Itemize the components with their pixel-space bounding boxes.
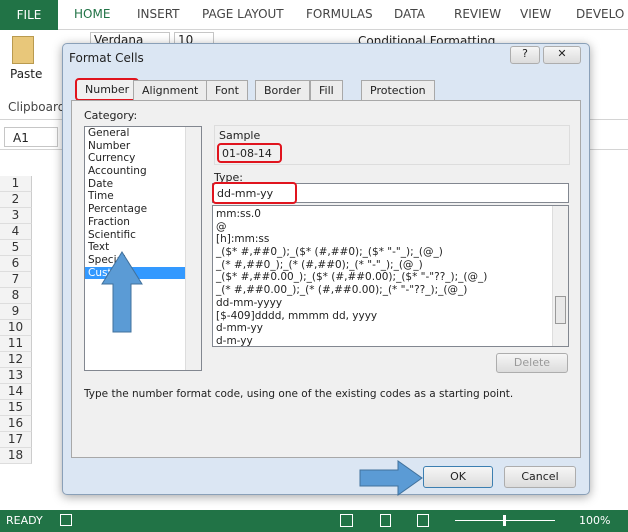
clipboard-group-label: Clipboard [8, 100, 66, 114]
row-header[interactable]: 16 [0, 416, 32, 432]
tab-formulas[interactable]: FORMULAS [306, 7, 373, 21]
tab-fill[interactable]: Fill [310, 80, 343, 101]
row-header[interactable]: 9 [0, 304, 32, 320]
format-item[interactable]: d-m-yy [213, 335, 568, 346]
category-item[interactable]: Accounting [85, 165, 185, 178]
category-item[interactable]: Time [85, 190, 185, 203]
row-header[interactable]: 18 [0, 448, 32, 464]
category-item[interactable]: Number [85, 140, 185, 153]
tab-developer[interactable]: DEVELO [576, 7, 624, 21]
format-item[interactable]: [$-409]dddd, mmmm dd, yyyy [213, 310, 568, 323]
number-tab-panel: Category: General Number Currency Accountin… [71, 100, 581, 458]
row-header[interactable]: 5 [0, 240, 32, 256]
sample-value: 01-08-14 [217, 143, 282, 163]
format-scrollbar[interactable] [552, 206, 568, 346]
tab-insert[interactable]: INSERT [137, 7, 180, 21]
row-header[interactable]: 7 [0, 272, 32, 288]
row-header[interactable]: 2 [0, 192, 32, 208]
right-arrow-annotation [359, 460, 423, 496]
tab-protection[interactable]: Protection [361, 80, 435, 101]
row-header[interactable]: 15 [0, 400, 32, 416]
close-button[interactable]: ✕ [543, 46, 581, 64]
category-item[interactable]: Currency [85, 152, 185, 165]
paste-icon[interactable] [12, 36, 34, 64]
macro-record-icon[interactable] [60, 514, 72, 526]
description-text: Type the number format code, using one o… [84, 388, 514, 400]
category-scrollbar[interactable] [185, 127, 201, 370]
row-header[interactable]: 17 [0, 432, 32, 448]
category-item[interactable]: Date [85, 178, 185, 191]
category-item[interactable]: Percentage [85, 203, 185, 216]
ok-button[interactable]: OK [423, 466, 493, 488]
category-item[interactable]: General [85, 127, 185, 140]
category-item[interactable]: Fraction [85, 216, 185, 229]
format-item[interactable]: [h]:mm:ss [213, 233, 568, 246]
row-header[interactable]: 14 [0, 384, 32, 400]
dialog-title: Format Cells [69, 51, 144, 65]
format-item[interactable]: dd-mm-yyyy [213, 297, 568, 310]
sample-group: Sample 01-08-14 [214, 125, 570, 165]
sample-label: Sample [219, 129, 261, 142]
row-header[interactable]: 11 [0, 336, 32, 352]
row-header[interactable]: 12 [0, 352, 32, 368]
type-value[interactable]: dd-mm-yy [212, 182, 297, 204]
category-list[interactable]: General Number Currency Accounting Date Time P… [84, 126, 202, 371]
tab-border[interactable]: Border [255, 80, 310, 101]
paste-button[interactable]: Paste [10, 67, 42, 81]
ribbon-tabs: FILE HOME INSERT PAGE LAYOUT FORMULAS DA… [0, 0, 628, 30]
row-header[interactable]: 6 [0, 256, 32, 272]
format-item[interactable]: mm:ss.0 [213, 208, 568, 221]
zoom-slider-thumb[interactable] [503, 515, 506, 526]
format-item[interactable]: _(* #,##0.00_);_(* (#,##0.00);_(* "-"??_… [213, 284, 568, 297]
normal-view-icon[interactable] [340, 514, 353, 527]
up-arrow-annotation [101, 251, 143, 333]
row-header[interactable]: 3 [0, 208, 32, 224]
tab-data[interactable]: DATA [394, 7, 425, 21]
page-layout-view-icon[interactable] [380, 514, 391, 527]
tab-view[interactable]: VIEW [520, 7, 551, 21]
page-break-view-icon[interactable] [417, 514, 429, 527]
scrollbar-thumb[interactable] [555, 296, 566, 324]
help-button[interactable]: ? [510, 46, 540, 64]
format-item[interactable]: d-mm-yy [213, 322, 568, 335]
tab-page-layout[interactable]: PAGE LAYOUT [202, 7, 284, 21]
zoom-level[interactable]: 100% [579, 514, 610, 527]
status-bar: READY 100% [0, 510, 628, 532]
tab-font[interactable]: Font [206, 80, 248, 101]
format-item[interactable]: _($* #,##0_);_($* (#,##0);_($* "-"_);_(@… [213, 246, 568, 259]
format-item[interactable]: @ [213, 221, 568, 234]
category-item[interactable]: Scientific [85, 229, 185, 242]
name-box[interactable]: A1 [4, 127, 58, 147]
cancel-button[interactable]: Cancel [504, 466, 576, 488]
status-ready: READY [6, 514, 43, 527]
row-header[interactable]: 13 [0, 368, 32, 384]
tab-file[interactable]: FILE [0, 0, 58, 30]
format-list[interactable]: mm:ss.0 @ [h]:mm:ss _($* #,##0_);_($* (#,##… [212, 205, 569, 347]
row-header[interactable]: 8 [0, 288, 32, 304]
tab-number[interactable]: Number [75, 78, 140, 101]
tab-review[interactable]: REVIEW [454, 7, 501, 21]
tab-home[interactable]: HOME [74, 7, 110, 21]
category-label: Category: [84, 109, 138, 122]
row-header[interactable]: 1 [0, 176, 32, 192]
tab-alignment[interactable]: Alignment [133, 80, 208, 101]
row-header[interactable]: 10 [0, 320, 32, 336]
format-item[interactable]: _($* #,##0.00_);_($* (#,##0.00);_($* "-"… [213, 271, 568, 284]
delete-button[interactable]: Delete [496, 353, 568, 373]
row-header[interactable]: 4 [0, 224, 32, 240]
format-item[interactable]: _(* #,##0_);_(* (#,##0);_(* "-"_);_(@_) [213, 259, 568, 272]
